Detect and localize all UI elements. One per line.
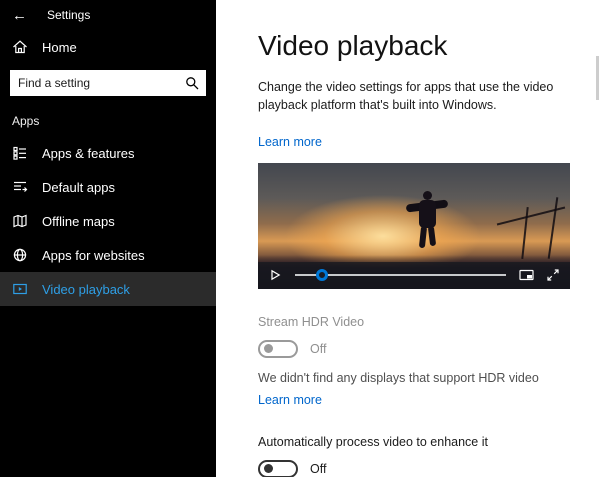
- sidebar-item-home[interactable]: Home: [0, 30, 216, 64]
- hdr-toggle[interactable]: [258, 340, 298, 358]
- sidebar-item-label: Video playback: [42, 282, 130, 297]
- enhance-toggle-row: Off: [258, 460, 600, 477]
- default-apps-icon: [12, 179, 28, 195]
- sidebar-item-video-playback[interactable]: Video playback: [0, 272, 216, 306]
- titlebar: ← Settings: [0, 0, 216, 30]
- learn-more-link-top[interactable]: Learn more: [258, 135, 322, 149]
- sidebar-item-label: Default apps: [42, 180, 115, 195]
- search-box: [10, 70, 206, 96]
- page-description: Change the video settings for apps that …: [258, 78, 590, 114]
- content-pane: Video playback Change the video settings…: [216, 0, 600, 477]
- apps-features-icon: [12, 145, 28, 161]
- hdr-toggle-row: Off: [258, 340, 600, 358]
- back-button[interactable]: ←: [12, 8, 27, 23]
- sidebar: ← Settings Home Apps: [0, 0, 216, 477]
- fullscreen-icon[interactable]: [546, 268, 560, 282]
- video-controls-bar: [258, 262, 570, 289]
- video-preview[interactable]: [258, 163, 570, 289]
- sidebar-item-label: Offline maps: [42, 214, 115, 229]
- sidebar-item-apps-features[interactable]: Apps & features: [0, 136, 216, 170]
- apps-for-websites-icon: [12, 247, 28, 263]
- sidebar-item-label: Apps for websites: [42, 248, 145, 263]
- hdr-toggle-knob: [264, 344, 273, 353]
- sidebar-item-label: Apps & features: [42, 146, 135, 161]
- settings-window: ← Settings Home Apps: [0, 0, 600, 477]
- hdr-toggle-state: Off: [310, 342, 326, 356]
- video-playback-icon: [12, 281, 28, 297]
- sidebar-item-label: Home: [42, 40, 77, 55]
- enhance-setting-label: Automatically process video to enhance i…: [258, 435, 600, 449]
- enhance-toggle-knob: [264, 464, 273, 473]
- sidebar-item-default-apps[interactable]: Default apps: [0, 170, 216, 204]
- window-title: Settings: [47, 8, 90, 22]
- search-input[interactable]: [10, 70, 206, 96]
- offline-maps-icon: [12, 213, 28, 229]
- video-progress-slider[interactable]: [295, 262, 506, 289]
- home-icon: [12, 39, 28, 55]
- sidebar-section-apps: Apps: [0, 114, 216, 128]
- video-person-silhouette: [406, 189, 450, 255]
- hdr-setting-label: Stream HDR Video: [258, 315, 600, 329]
- video-progress-knob[interactable]: [316, 269, 328, 281]
- page-title: Video playback: [258, 30, 600, 62]
- learn-more-link-hdr[interactable]: Learn more: [258, 393, 322, 407]
- enhance-toggle-state: Off: [310, 462, 326, 476]
- search-icon[interactable]: [185, 76, 199, 90]
- sidebar-item-offline-maps[interactable]: Offline maps: [0, 204, 216, 238]
- mini-player-icon[interactable]: [519, 268, 534, 282]
- scrollbar-thumb[interactable]: [596, 56, 599, 100]
- enhance-toggle[interactable]: [258, 460, 298, 477]
- sidebar-item-apps-for-websites[interactable]: Apps for websites: [0, 238, 216, 272]
- play-icon[interactable]: [268, 268, 282, 282]
- hdr-note: We didn't find any displays that support…: [258, 371, 598, 385]
